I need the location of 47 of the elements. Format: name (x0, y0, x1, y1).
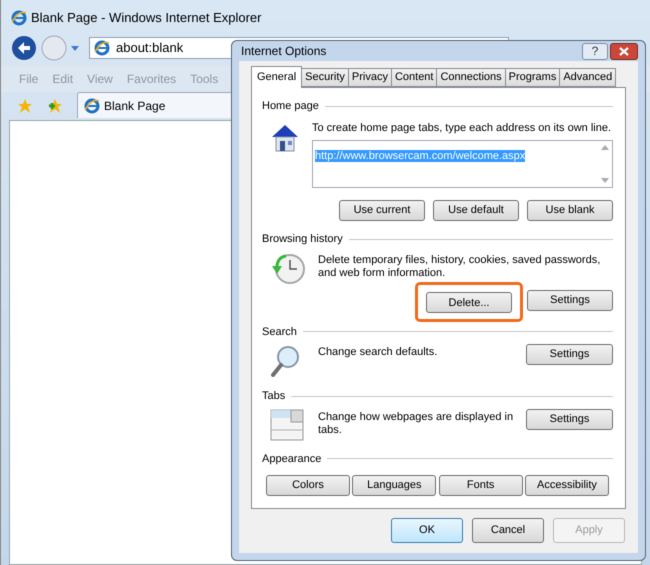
dialog-tab[interactable]: Advanced (559, 68, 616, 87)
dialog-button[interactable]: Cancel (472, 518, 544, 543)
page-icon (94, 40, 110, 56)
dialog-button[interactable]: Settings (526, 408, 613, 430)
star-icon[interactable] (17, 98, 33, 114)
section-heading: Tabs (262, 389, 286, 404)
section-heading: Search (262, 324, 297, 340)
dialog-button[interactable]: Settings (526, 344, 613, 365)
dialog-button[interactable]: Colors (266, 475, 350, 496)
browser-logo-icon (11, 10, 27, 26)
selected-url: http://www.browsercam.com/welcome.aspx (315, 150, 526, 162)
dialog-button[interactable]: Use blank (527, 200, 613, 221)
dialog-button[interactable]: Accessibility (524, 475, 609, 496)
section-heading: Browsing history (262, 232, 343, 247)
add-star-icon[interactable] (47, 98, 63, 114)
clock-icon (270, 252, 306, 286)
page-icon (84, 98, 100, 114)
dialog-button[interactable]: OK (391, 518, 463, 543)
section-heading: Home page (262, 99, 319, 114)
dialog-button[interactable]: Fonts (438, 475, 523, 496)
section-description: Delete temporary files, history, cookies, saved passwords, and web form information. (318, 252, 602, 280)
window-title: Blank Page - Windows Internet Explorer (31, 9, 262, 28)
close-icon (619, 46, 629, 56)
help-button[interactable]: ? (582, 42, 608, 60)
section-description: Change search defaults. (318, 345, 438, 359)
scroll-up-icon[interactable] (601, 145, 609, 150)
tabs-window-icon (270, 408, 304, 440)
dialog-tab[interactable]: Content (390, 68, 438, 87)
section-heading: Appearance (262, 452, 322, 466)
dialog-title: Internet Options (240, 43, 328, 60)
section-description: To create home page tabs, type each address on its own line. (312, 120, 612, 136)
dialog-button[interactable]: Use default (433, 200, 519, 221)
dropdown-arrow-icon[interactable] (71, 46, 79, 50)
dialog-tab[interactable]: Security (301, 68, 349, 87)
dialog-button[interactable]: Use current (339, 200, 425, 221)
dialog-tab[interactable]: Privacy (348, 68, 392, 87)
dialog-tab[interactable]: Connections (436, 68, 506, 87)
dialog-tab[interactable]: General (251, 66, 302, 88)
back-button-icon[interactable] (11, 35, 37, 61)
dialog-tab[interactable]: Programs (504, 68, 560, 87)
scroll-down-icon[interactable] (601, 178, 609, 183)
magnifier-icon (270, 344, 302, 378)
close-button[interactable] (610, 42, 638, 60)
dialog-button[interactable]: Delete... (426, 292, 512, 314)
dialog-button[interactable]: Settings (527, 290, 613, 310)
section-description: Change how webpages are displayed in tabs. (318, 410, 514, 436)
dialog-button[interactable]: Languages (352, 475, 436, 496)
